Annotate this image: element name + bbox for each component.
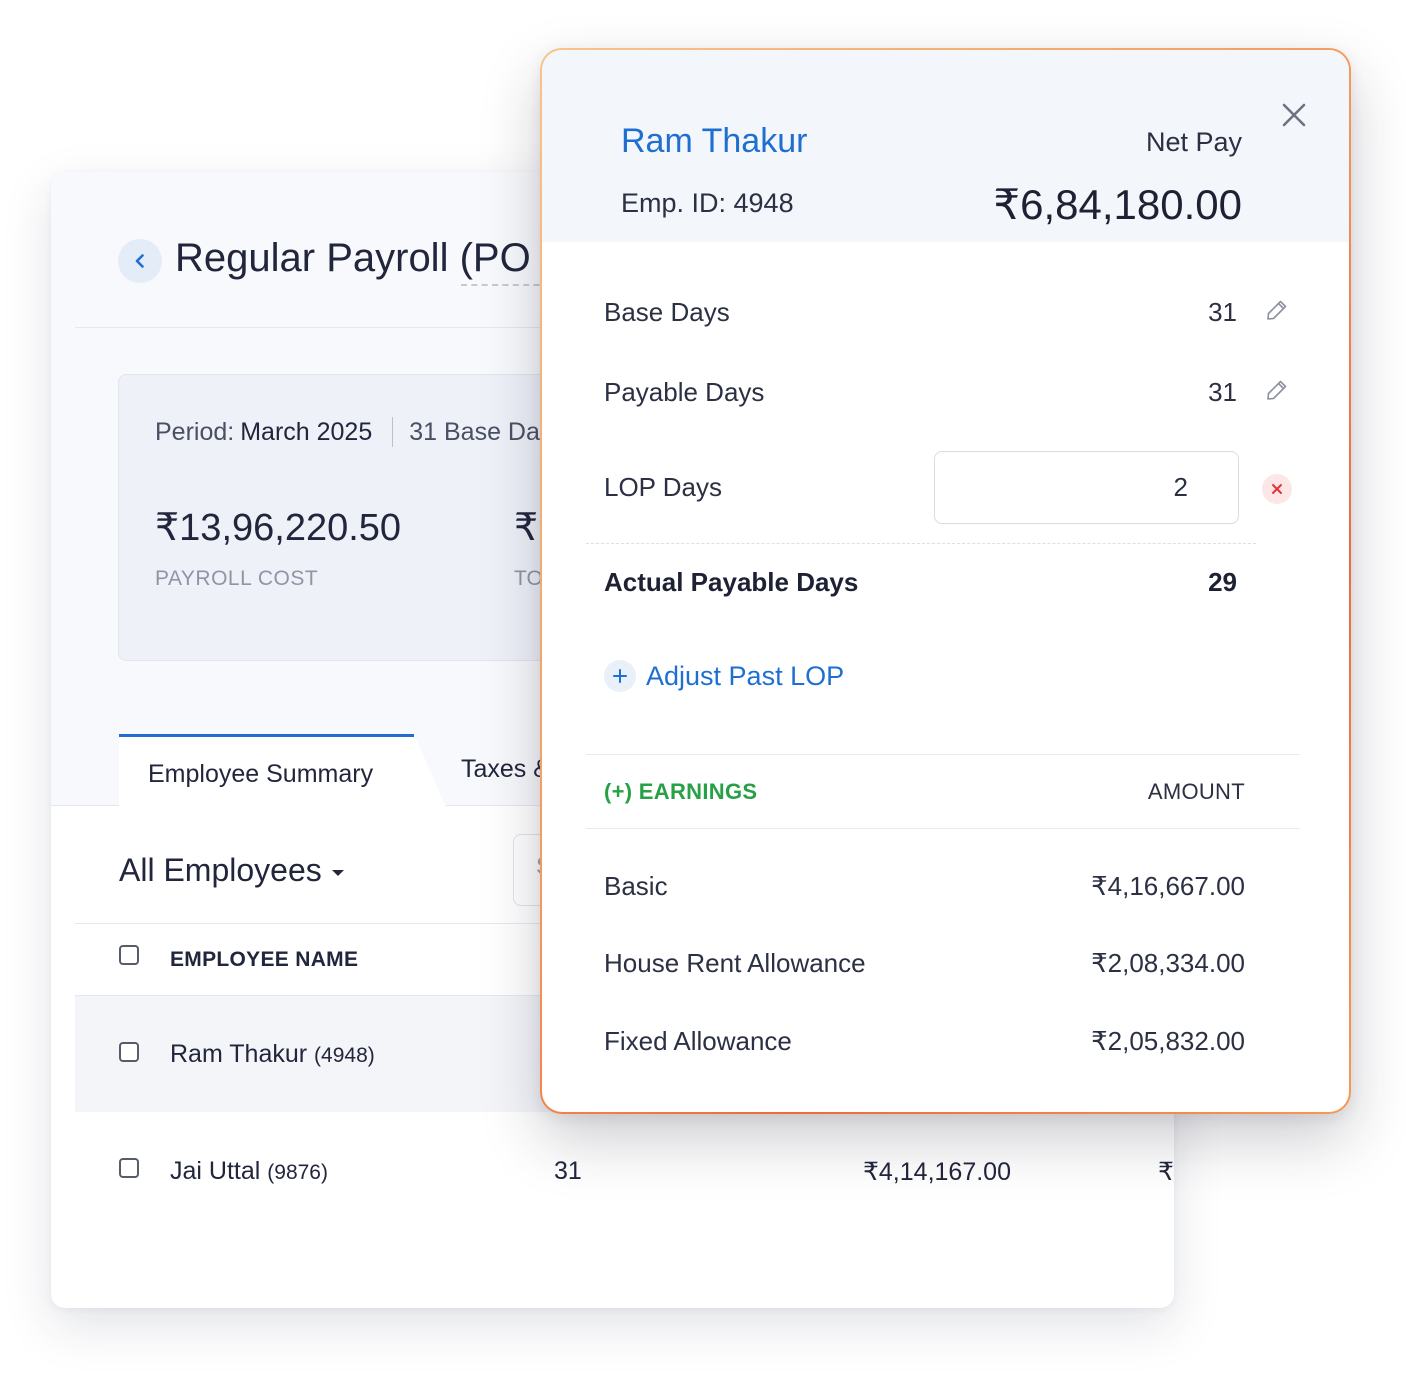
payroll-cost-label: PAYROLL COST xyxy=(155,567,319,590)
net-pay-value: ₹6,84,180.00 xyxy=(993,181,1242,228)
period-separator xyxy=(392,417,394,447)
earnings-header-bottom-border xyxy=(586,828,1300,829)
edit-payable-days-button[interactable] xyxy=(1265,378,1289,402)
earning-label-hra: House Rent Allowance xyxy=(604,948,866,978)
employee-name-link[interactable]: Ram Thakur xyxy=(621,122,807,161)
lop-days-input[interactable] xyxy=(934,451,1239,524)
row-checkbox[interactable] xyxy=(119,1042,139,1062)
earning-amount-basic: ₹4,16,667.00 xyxy=(1091,871,1245,901)
payable-days-value: 31 xyxy=(1208,377,1237,407)
remove-icon xyxy=(1272,484,1282,494)
pencil-icon xyxy=(1267,300,1287,320)
plus-icon xyxy=(604,660,636,692)
edit-base-days-button[interactable] xyxy=(1265,298,1289,322)
row-checkbox[interactable] xyxy=(119,1158,139,1178)
amount-cell-truncated: ₹ xyxy=(1158,1158,1174,1186)
days-separator xyxy=(586,543,1256,544)
period-label: Period: xyxy=(155,417,235,446)
net-pay-label: Net Pay xyxy=(1145,127,1242,157)
payroll-cost-value: ₹13,96,220.50 xyxy=(155,507,402,549)
column-header-employee-name: EMPLOYEE NAME xyxy=(170,948,359,971)
remove-lop-button[interactable] xyxy=(1262,474,1292,504)
earnings-header-top-border xyxy=(586,754,1300,755)
adjust-past-lop-label: Adjust Past LOP xyxy=(646,660,845,691)
pencil-icon xyxy=(1267,380,1287,400)
employee-filter-label: All Employees xyxy=(119,852,322,888)
period-row: Period: March 2025 31 Base Da xyxy=(155,417,540,447)
lop-days-label: LOP Days xyxy=(604,472,723,502)
back-button[interactable] xyxy=(118,239,162,283)
chevron-left-icon xyxy=(135,254,144,268)
employee-filter-dropdown[interactable]: All Employees xyxy=(119,852,344,889)
period-value: March 2025 xyxy=(240,417,373,446)
close-icon xyxy=(1282,103,1306,127)
close-button[interactable] xyxy=(1277,98,1311,132)
employee-name: Ram Thakur xyxy=(170,1040,308,1068)
base-days-text: 31 Base Da xyxy=(409,417,540,446)
amount-cell: ₹4,14,167.00 xyxy=(863,1158,1011,1186)
earnings-header: (+) EARNINGS xyxy=(604,779,758,804)
base-days-value: 31 xyxy=(1208,297,1237,327)
base-days-label: Base Days xyxy=(604,297,730,327)
payable-days-label: Payable Days xyxy=(604,377,765,407)
employee-name-cell[interactable]: Jai Uttal (9876) xyxy=(170,1157,328,1186)
tab-employee-summary[interactable]: Employee Summary xyxy=(119,734,414,807)
panel-header: Ram Thakur Emp. ID: 4948 Net Pay ₹6,84,1… xyxy=(542,50,1349,242)
earning-label-basic: Basic xyxy=(604,871,668,901)
amount-header: AMOUNT xyxy=(1147,779,1245,804)
adjust-past-lop-link[interactable]: Adjust Past LOP xyxy=(604,660,844,692)
employee-id-text: Emp. ID: 4948 xyxy=(621,188,794,218)
employee-pay-panel: Ram Thakur Emp. ID: 4948 Net Pay ₹6,84,1… xyxy=(540,48,1351,1114)
employee-name: Jai Uttal xyxy=(170,1157,261,1185)
paid-days-cell: 31 xyxy=(554,1157,582,1185)
earning-label-fixed-allowance: Fixed Allowance xyxy=(604,1026,792,1056)
actual-payable-days-value: 29 xyxy=(1208,567,1237,597)
tab-taxes[interactable]: Taxes & xyxy=(461,755,550,784)
actual-payable-days-label: Actual Payable Days xyxy=(604,567,859,597)
employee-id: (9876) xyxy=(267,1161,328,1184)
earning-amount-fixed-allowance: ₹2,05,832.00 xyxy=(1091,1026,1245,1056)
select-all-checkbox[interactable] xyxy=(119,945,139,965)
total-label: TO xyxy=(514,567,543,590)
earning-amount-hra: ₹2,08,334.00 xyxy=(1091,948,1245,978)
employee-id: (4948) xyxy=(314,1044,375,1067)
caret-down-icon xyxy=(331,869,344,876)
employee-pay-panel-body: Ram Thakur Emp. ID: 4948 Net Pay ₹6,84,1… xyxy=(542,50,1349,1112)
page-title: Regular Payroll (PO xyxy=(175,236,531,280)
employee-name-cell[interactable]: Ram Thakur (4948) xyxy=(170,1040,375,1069)
